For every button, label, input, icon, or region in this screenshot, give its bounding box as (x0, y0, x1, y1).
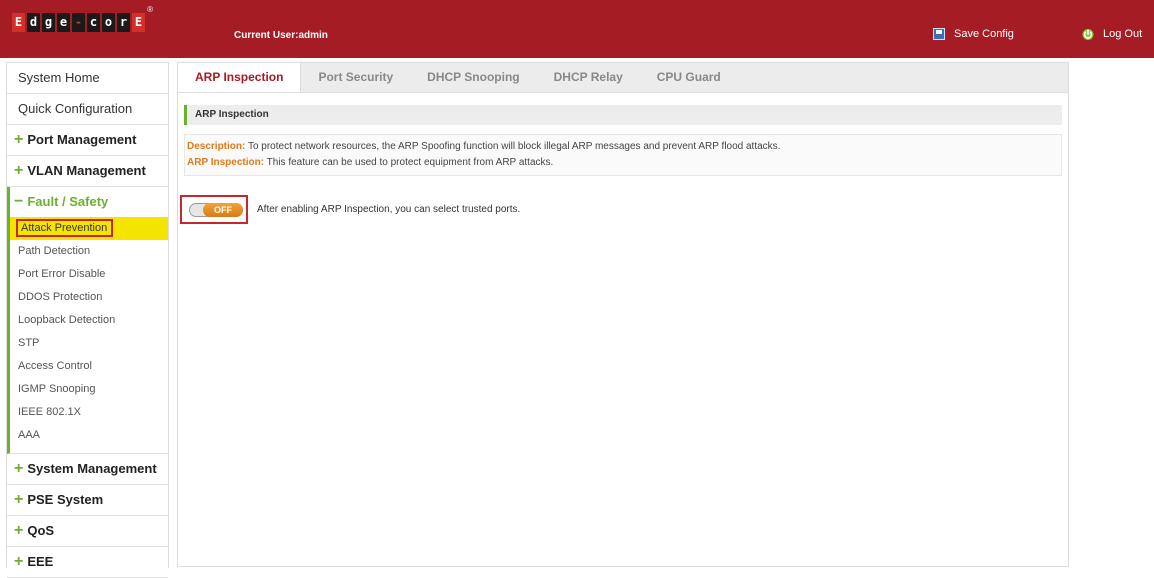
section-title: ARP Inspection (195, 109, 269, 120)
description-key: Description: (187, 141, 246, 152)
plus-icon: + (14, 491, 24, 508)
toggle-hint-text: After enabling ARP Inspection, you can s… (257, 204, 521, 215)
description-line: Description: To protect network resource… (187, 139, 1061, 155)
arp-inspection-key: ARP Inspection: (187, 157, 265, 168)
plus-icon: + (14, 553, 24, 570)
logo-letter: g (42, 13, 55, 32)
top-header: E d g e - c o r E ® Current User:admin S… (0, 0, 1154, 58)
sidebar-group-label: Fault / Safety (27, 194, 109, 209)
sidebar-group-vlan-management[interactable]: + VLAN Management (7, 156, 168, 187)
tab-bar: ARP Inspection Port Security DHCP Snoopi… (178, 63, 1068, 93)
plus-icon: + (14, 131, 24, 148)
save-config-button[interactable]: Save Config (933, 28, 1014, 40)
sidebar-group-label: EEE (27, 554, 54, 569)
sidebar-item-ieee-8021x[interactable]: IEEE 802.1X (10, 401, 168, 424)
sidebar-item-aaa[interactable]: AAA (10, 424, 168, 447)
sidebar-item-attack-prevention[interactable]: Attack Prevention (10, 217, 168, 240)
sidebar-item-port-error-disable[interactable]: Port Error Disable (10, 263, 168, 286)
description-line: ARP Inspection: This feature can be used… (187, 155, 1061, 171)
logo-letter: d (27, 13, 40, 32)
sidebar-group-label: PSE System (27, 492, 104, 507)
minus-icon: − (14, 193, 24, 210)
logo-letter: c (87, 13, 100, 32)
tab-dhcp-relay[interactable]: DHCP Relay (537, 63, 640, 92)
plus-icon: + (14, 522, 24, 539)
sidebar-group-pse-system[interactable]: + PSE System (7, 485, 168, 516)
tab-arp-inspection[interactable]: ARP Inspection (178, 63, 302, 92)
sidebar-item-path-detection[interactable]: Path Detection (10, 240, 168, 263)
sidebar-group-eee[interactable]: + EEE (7, 547, 168, 578)
sidebar-item-system-home[interactable]: System Home (7, 63, 168, 94)
logout-label: Log Out (1103, 28, 1143, 40)
tab-port-security[interactable]: Port Security (301, 63, 410, 92)
current-user-label: Current User:admin (234, 30, 328, 41)
sidebar-group-label: Port Management (27, 132, 137, 147)
logo-letter: o (102, 13, 115, 32)
sidebar-group-port-management[interactable]: + Port Management (7, 125, 168, 156)
floppy-disk-icon (933, 28, 945, 40)
main-content: ARP Inspection Port Security DHCP Snoopi… (177, 62, 1069, 567)
section-header: ARP Inspection (184, 105, 1062, 125)
sidebar-item-igmp-snooping[interactable]: IGMP Snooping (10, 378, 168, 401)
sidebar-group-label: System Management (27, 461, 157, 476)
description-text: To protect network resources, the ARP Sp… (245, 141, 781, 152)
logout-button[interactable]: Log Out (1081, 27, 1142, 41)
registered-mark: ® (147, 5, 153, 14)
logo-letter: e (57, 13, 70, 32)
description-box: Description: To protect network resource… (184, 134, 1062, 176)
sidebar-item-label: Attack Prevention (16, 219, 114, 237)
arp-inspection-text: This feature can be used to protect equi… (264, 157, 554, 168)
sidebar-item-access-control[interactable]: Access Control (10, 355, 168, 378)
power-icon (1082, 29, 1094, 40)
edgecore-logo: E d g e - c o r E ® (12, 5, 153, 32)
logo-letter: r (117, 13, 130, 32)
tab-cpu-guard[interactable]: CPU Guard (640, 63, 738, 92)
sidebar-item-stp[interactable]: STP (10, 332, 168, 355)
plus-icon: + (14, 162, 24, 179)
sidebar-group-system-management[interactable]: + System Management (7, 454, 168, 485)
fault-safety-submenu: Attack Prevention Path Detection Port Er… (7, 217, 168, 454)
logo-letter: E (132, 13, 145, 32)
tab-dhcp-snooping[interactable]: DHCP Snooping (410, 63, 536, 92)
toggle-state-label: OFF (203, 203, 243, 217)
toggle-highlight-box: OFF (180, 195, 248, 224)
sidebar-group-qos[interactable]: + QoS (7, 516, 168, 547)
sidebar-item-ddos-protection[interactable]: DDOS Protection (10, 286, 168, 309)
sidebar-group-label: QoS (27, 523, 55, 538)
plus-icon: + (14, 460, 24, 477)
sidebar-nav: System Home Quick Configuration + Port Ma… (6, 62, 169, 578)
sidebar-group-fault-safety[interactable]: − Fault / Safety (7, 187, 168, 217)
sidebar-item-quick-configuration[interactable]: Quick Configuration (7, 94, 168, 125)
sidebar-group-label: VLAN Management (27, 163, 146, 178)
logo-letter: - (72, 13, 85, 32)
arp-inspection-toggle[interactable]: OFF (189, 203, 243, 217)
sidebar-item-loopback-detection[interactable]: Loopback Detection (10, 309, 168, 332)
logo-letter: E (12, 13, 25, 32)
save-config-label: Save Config (954, 28, 1014, 40)
